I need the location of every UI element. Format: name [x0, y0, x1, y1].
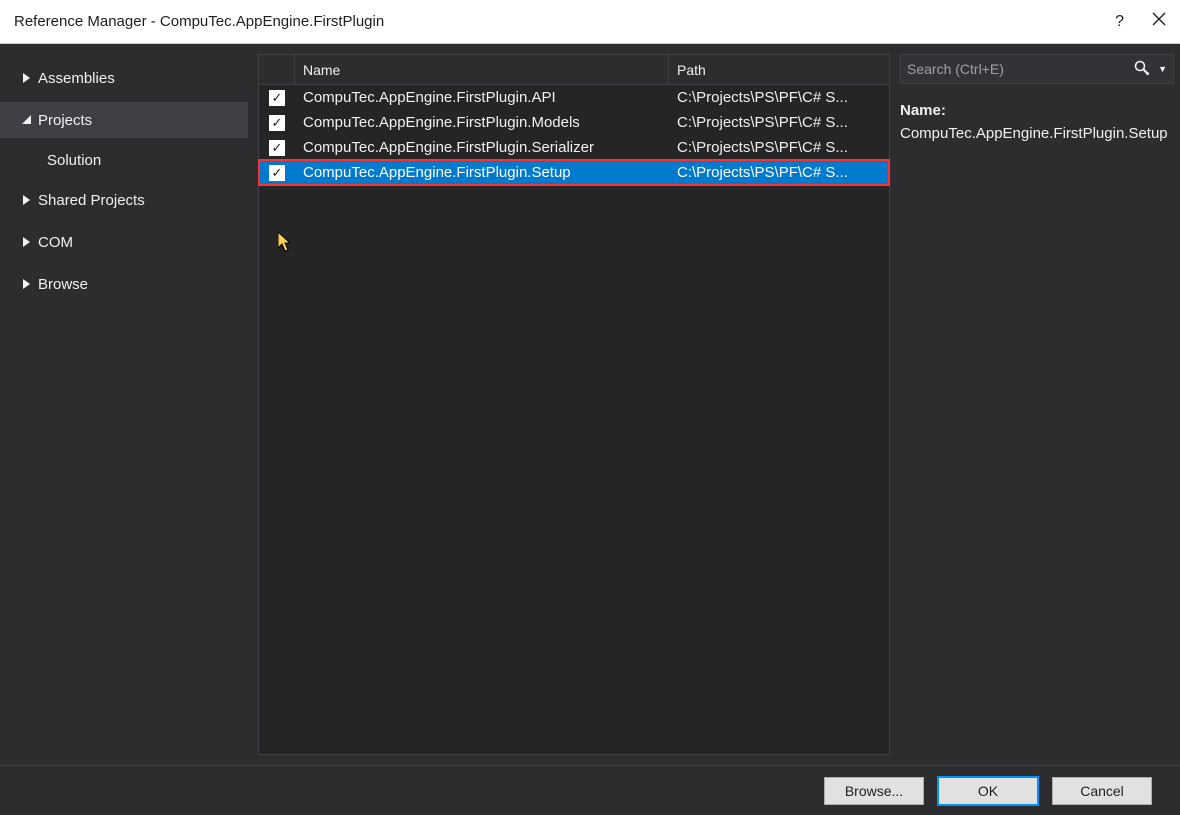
window-title: Reference Manager - CompuTec.AppEngine.F… — [14, 13, 384, 30]
sidebar-item-browse[interactable]: Browse — [0, 266, 248, 302]
titlebar: Reference Manager - CompuTec.AppEngine.F… — [0, 0, 1180, 44]
sidebar: Assemblies Projects Solution Shared Proj… — [0, 44, 248, 765]
sidebar-subitem-solution[interactable]: Solution — [0, 144, 248, 176]
row-name: CompuTec.AppEngine.FirstPlugin.Models — [295, 114, 669, 131]
footer: Browse... OK Cancel — [0, 765, 1180, 815]
sidebar-item-projects[interactable]: Projects — [0, 102, 248, 138]
checkbox[interactable]: ✓ — [269, 165, 285, 181]
row-path: C:\Projects\PS\PF\C# S... — [669, 89, 889, 106]
chevron-right-icon — [20, 195, 34, 205]
details-name-value: CompuTec.AppEngine.FirstPlugin.Setup — [900, 123, 1174, 146]
details-name-label: Name: — [900, 102, 1174, 119]
sidebar-item-assemblies[interactable]: Assemblies — [0, 60, 248, 96]
chevron-right-icon — [20, 73, 34, 83]
details-panel: ▼ Name: CompuTec.AppEngine.FirstPlugin.S… — [890, 44, 1180, 765]
search-box[interactable]: ▼ — [900, 54, 1174, 84]
search-icon[interactable] — [1130, 60, 1154, 79]
table-row[interactable]: ✓ CompuTec.AppEngine.FirstPlugin.Seriali… — [259, 135, 889, 160]
sidebar-item-shared-projects[interactable]: Shared Projects — [0, 182, 248, 218]
chevron-down-icon — [20, 115, 34, 125]
table-header-check — [259, 55, 295, 84]
search-input[interactable] — [907, 61, 1130, 77]
sidebar-item-label: Browse — [38, 276, 88, 293]
browse-button[interactable]: Browse... — [824, 777, 924, 805]
help-icon[interactable]: ? — [1115, 13, 1124, 31]
sidebar-item-com[interactable]: COM — [0, 224, 248, 260]
chevron-right-icon — [20, 237, 34, 247]
close-icon[interactable] — [1152, 12, 1166, 31]
row-path: C:\Projects\PS\PF\C# S... — [669, 164, 889, 181]
references-table: Name Path ✓ CompuTec.AppEngine.FirstPlug… — [258, 54, 890, 755]
checkbox[interactable]: ✓ — [269, 90, 285, 106]
table-row[interactable]: ✓ CompuTec.AppEngine.FirstPlugin.Setup C… — [259, 160, 889, 185]
ok-button[interactable]: OK — [938, 777, 1038, 805]
checkbox[interactable]: ✓ — [269, 140, 285, 156]
row-name: CompuTec.AppEngine.FirstPlugin.API — [295, 89, 669, 106]
sidebar-item-label: Projects — [38, 112, 92, 129]
row-name: CompuTec.AppEngine.FirstPlugin.Serialize… — [295, 139, 669, 156]
titlebar-controls: ? — [1115, 12, 1172, 31]
sidebar-item-label: Shared Projects — [38, 192, 145, 209]
body: Assemblies Projects Solution Shared Proj… — [0, 44, 1180, 765]
table-header-name[interactable]: Name — [295, 55, 669, 84]
row-path: C:\Projects\PS\PF\C# S... — [669, 139, 889, 156]
table-row[interactable]: ✓ CompuTec.AppEngine.FirstPlugin.Models … — [259, 110, 889, 135]
checkbox[interactable]: ✓ — [269, 115, 285, 131]
table-row[interactable]: ✓ CompuTec.AppEngine.FirstPlugin.API C:\… — [259, 85, 889, 110]
sidebar-item-label: COM — [38, 234, 73, 251]
cancel-button[interactable]: Cancel — [1052, 777, 1152, 805]
table-header: Name Path — [259, 55, 889, 85]
chevron-right-icon — [20, 279, 34, 289]
table-body: ✓ CompuTec.AppEngine.FirstPlugin.API C:\… — [259, 85, 889, 754]
search-dropdown-icon[interactable]: ▼ — [1154, 64, 1167, 74]
sidebar-item-label: Solution — [47, 152, 101, 169]
table-header-path[interactable]: Path — [669, 55, 889, 84]
row-name: CompuTec.AppEngine.FirstPlugin.Setup — [295, 164, 669, 181]
sidebar-item-label: Assemblies — [38, 70, 115, 87]
row-path: C:\Projects\PS\PF\C# S... — [669, 114, 889, 131]
